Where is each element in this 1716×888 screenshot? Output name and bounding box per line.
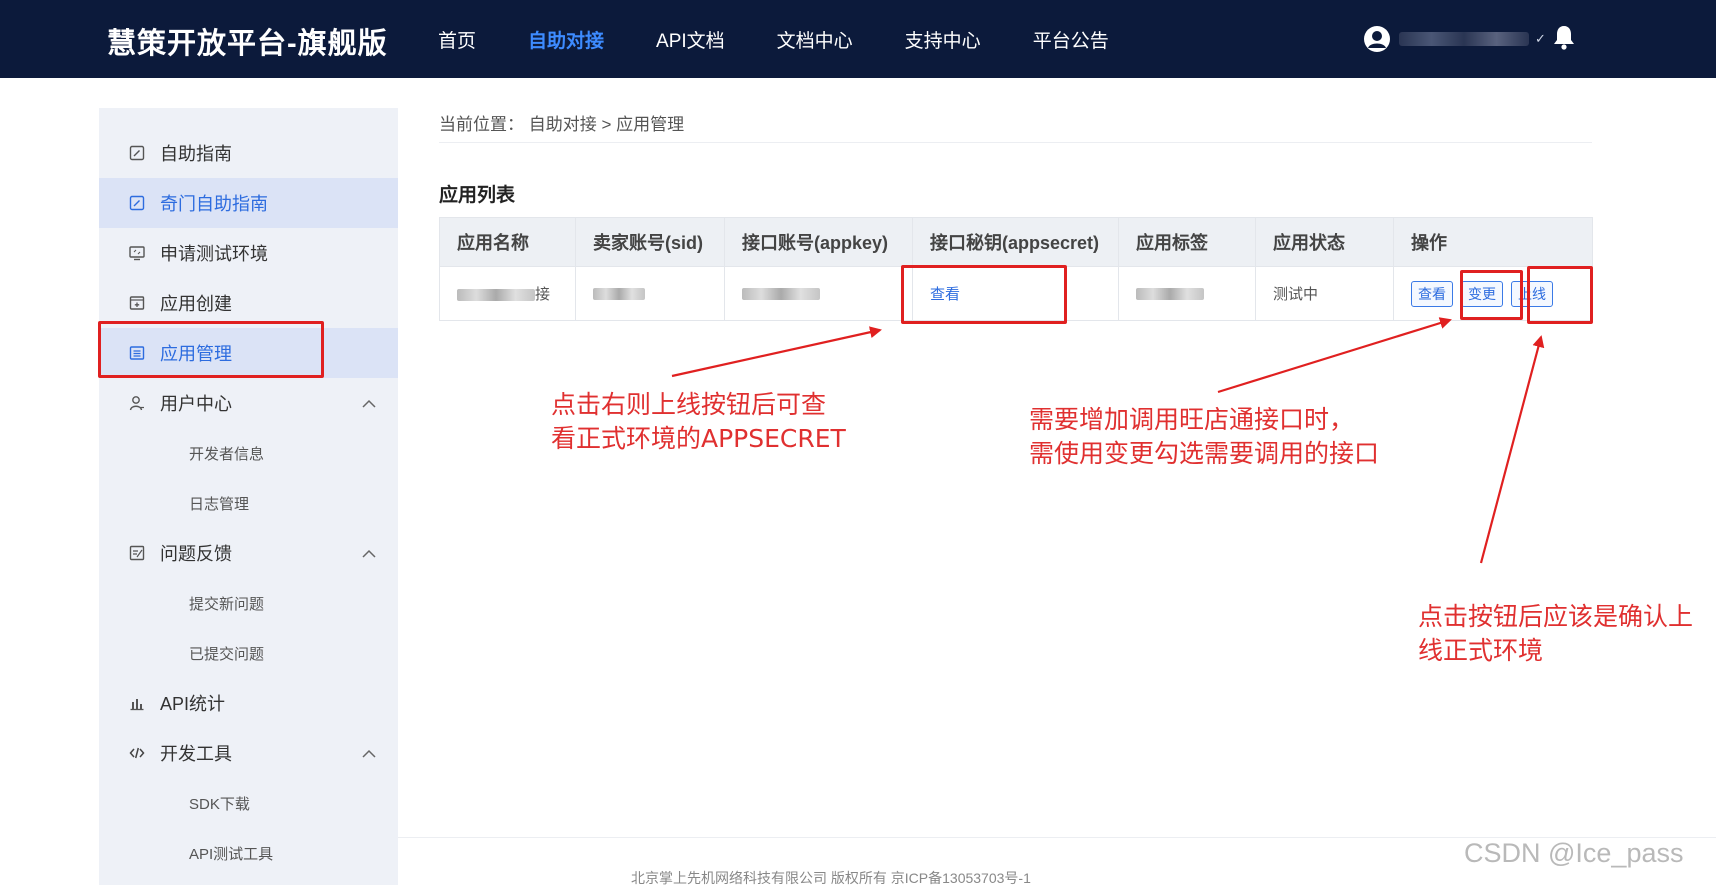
- annotation-line: 需使用变更勾选需要调用的接口: [1029, 439, 1380, 468]
- footer-copyright: 北京掌上先机网络科技有限公司 版权所有 京ICP备13053703号-1: [631, 870, 1031, 886]
- watermark: CSDN @Ice_pass: [1464, 838, 1684, 868]
- annotation-left: 点击右则上线按钮后可查 看正式环境的APPSECRET: [551, 388, 846, 456]
- annotation-line: 点击右则上线按钮后可查: [551, 390, 827, 419]
- annotation-line: 线正式环境: [1418, 636, 1544, 665]
- annotation-line: 需要增加调用旺店通接口时，: [1029, 405, 1355, 434]
- annotation-middle: 需要增加调用旺店通接口时， 需使用变更勾选需要调用的接口: [1029, 403, 1379, 471]
- annotation-right: 点击按钮后应该是确认上 线正式环境: [1418, 600, 1693, 668]
- annotation-line: 看正式环境的APPSECRET: [551, 424, 846, 453]
- annotation-arrows: [671, 317, 1545, 564]
- annotation-line: 点击按钮后应该是确认上: [1418, 602, 1694, 631]
